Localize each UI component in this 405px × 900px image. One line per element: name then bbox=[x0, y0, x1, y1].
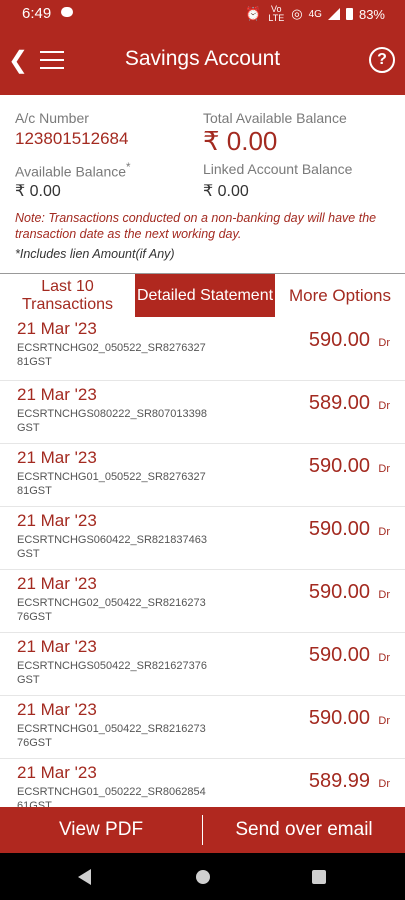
transaction-row[interactable]: 21 Mar '23 ECSRTNCHG02_050422_SR82162737… bbox=[0, 569, 405, 633]
transaction-description: ECSRTNCHG01_050422_SR821627376GST bbox=[17, 723, 206, 749]
nav-recents-icon[interactable] bbox=[312, 870, 326, 884]
transaction-date: 21 Mar '23 bbox=[17, 511, 97, 530]
network-type: 4G bbox=[308, 8, 322, 20]
volte-indicator: Vo LTE bbox=[268, 4, 285, 23]
status-time: 6:49 bbox=[22, 5, 52, 22]
statement-tabs: Last 10 Transactions Detailed Statement … bbox=[0, 273, 405, 318]
transaction-date: 21 Mar '23 bbox=[17, 700, 97, 719]
asterisk-mark: * bbox=[126, 161, 131, 174]
transaction-amount: 590.00 bbox=[308, 455, 370, 477]
transaction-row[interactable]: 21 Mar '23 ECSRTNCHG02_050522_SR82763278… bbox=[0, 317, 405, 381]
transaction-type: Dr bbox=[378, 715, 390, 727]
transaction-list[interactable]: 21 Mar '23 ECSRTNCHG02_050522_SR82763278… bbox=[0, 317, 405, 807]
transaction-row[interactable]: 21 Mar '23 ECSRTNCHGS050422_SR821627376G… bbox=[0, 632, 405, 696]
ac-number-value: 123801512684 bbox=[15, 129, 129, 148]
transaction-type: Dr bbox=[378, 400, 390, 412]
transaction-date: 21 Mar '23 bbox=[17, 319, 97, 338]
view-pdf-button[interactable]: View PDF bbox=[0, 807, 202, 853]
transaction-type: Dr bbox=[378, 337, 390, 349]
transaction-type: Dr bbox=[378, 463, 390, 475]
tab-more-options[interactable]: More Options bbox=[275, 274, 405, 317]
transaction-amount: 590.00 bbox=[308, 581, 370, 603]
chat-notification-icon bbox=[61, 7, 73, 17]
transaction-description: ECSRTNCHG01_050222_SR806285461GST bbox=[17, 786, 206, 807]
available-balance-label: Available Balance* bbox=[15, 161, 131, 180]
transaction-description: ECSRTNCHGS080222_SR807013398GST bbox=[17, 408, 207, 434]
transaction-description: ECSRTNCHGS060422_SR821837463GST bbox=[17, 534, 207, 560]
transaction-row[interactable]: 21 Mar '23 ECSRTNCHG01_050422_SR82162737… bbox=[0, 695, 405, 759]
tab-detailed-statement[interactable]: Detailed Statement bbox=[135, 274, 275, 317]
transaction-date: 21 Mar '23 bbox=[17, 574, 97, 593]
non-banking-day-note: Note: Transactions conducted on a non-ba… bbox=[15, 211, 377, 241]
nav-home-icon[interactable] bbox=[196, 870, 210, 884]
transaction-amount: 590.00 bbox=[308, 707, 370, 729]
transaction-row[interactable]: 21 Mar '23 ECSRTNCHG01_050522_SR82763278… bbox=[0, 443, 405, 507]
tab-last-10-transactions[interactable]: Last 10 Transactions bbox=[0, 274, 135, 317]
transaction-amount: 590.00 bbox=[308, 644, 370, 666]
transaction-amount: 589.99 bbox=[308, 770, 370, 792]
transaction-row[interactable]: 21 Mar '23 ECSRTNCHGS060422_SR821837463G… bbox=[0, 506, 405, 570]
ac-number-label: A/c Number bbox=[15, 110, 89, 126]
transaction-description: ECSRTNCHGS050422_SR821627376GST bbox=[17, 660, 207, 686]
alarm-icon: ⏰ bbox=[245, 6, 262, 21]
battery-percent: 83% bbox=[358, 6, 385, 22]
transaction-amount: 590.00 bbox=[308, 518, 370, 540]
transaction-description: ECSRTNCHG01_050522_SR827632781GST bbox=[17, 471, 206, 497]
transaction-row[interactable]: 21 Mar '23 ECSRTNCHG01_050222_SR80628546… bbox=[0, 758, 405, 807]
transaction-amount: 590.00 bbox=[308, 329, 370, 351]
help-icon[interactable]: ? bbox=[369, 47, 395, 73]
transaction-description: ECSRTNCHG02_050522_SR827632781GST bbox=[17, 342, 206, 368]
status-bar: 6:49 ⏰ Vo LTE ◎ 4G 83% bbox=[0, 0, 405, 27]
transaction-amount: 589.00 bbox=[308, 392, 370, 414]
transaction-type: Dr bbox=[378, 526, 390, 538]
transaction-type: Dr bbox=[378, 589, 390, 601]
send-email-button[interactable]: Send over email bbox=[203, 807, 405, 853]
system-nav-bar bbox=[0, 853, 405, 900]
signal-icon bbox=[327, 8, 340, 20]
bottom-action-bar: View PDF Send over email bbox=[0, 807, 405, 853]
transaction-date: 21 Mar '23 bbox=[17, 763, 97, 782]
lien-note: *Includes lien Amount(if Any) bbox=[15, 247, 175, 261]
total-balance-value: ₹ 0.00 bbox=[203, 126, 278, 156]
hotspot-icon: ◎ bbox=[291, 6, 303, 21]
account-summary: A/c Number 123801512684 Total Available … bbox=[0, 95, 405, 273]
linked-balance-value: ₹ 0.00 bbox=[203, 183, 249, 200]
transaction-type: Dr bbox=[378, 652, 390, 664]
battery-icon bbox=[345, 8, 353, 20]
transaction-date: 21 Mar '23 bbox=[17, 448, 97, 467]
page-title: Savings Account bbox=[124, 47, 281, 70]
nav-back-icon[interactable] bbox=[78, 869, 91, 885]
transaction-date: 21 Mar '23 bbox=[17, 385, 97, 404]
status-icons: ⏰ Vo LTE ◎ 4G 83% bbox=[245, 5, 385, 23]
transaction-date: 21 Mar '23 bbox=[17, 637, 97, 656]
transaction-description: ECSRTNCHG02_050422_SR821627376GST bbox=[17, 597, 206, 623]
transaction-row[interactable]: 21 Mar '23 ECSRTNCHGS080222_SR807013398G… bbox=[0, 380, 405, 444]
available-balance-value: ₹ 0.00 bbox=[15, 183, 61, 200]
transaction-type: Dr bbox=[378, 778, 390, 790]
app-bar: ❮ Savings Account ? bbox=[0, 27, 405, 95]
linked-balance-label: Linked Account Balance bbox=[203, 161, 353, 177]
total-balance-label: Total Available Balance bbox=[203, 110, 347, 126]
